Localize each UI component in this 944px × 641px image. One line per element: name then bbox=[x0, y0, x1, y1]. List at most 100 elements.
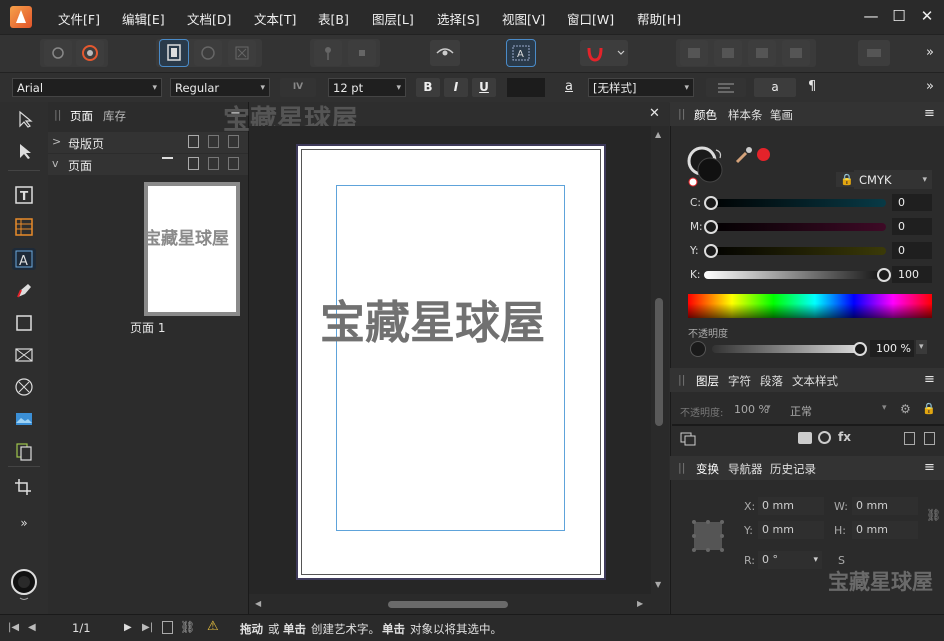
channel-m-knob[interactable] bbox=[704, 220, 718, 234]
tab-navigator[interactable]: 导航器 bbox=[728, 461, 763, 477]
tab-history[interactable]: 历史记录 bbox=[770, 461, 816, 477]
ellipse-frame-tool[interactable] bbox=[12, 376, 36, 398]
h-field[interactable]: 0 mm bbox=[852, 521, 918, 539]
tab-layers[interactable]: 图层 bbox=[696, 373, 719, 389]
close-document-icon[interactable]: ✕ bbox=[649, 106, 660, 121]
picture-frame-tool[interactable] bbox=[12, 344, 36, 366]
horizontal-scroll-thumb[interactable] bbox=[388, 601, 508, 608]
fill-stroke-swatch[interactable] bbox=[10, 562, 38, 602]
tracking-button[interactable]: IV bbox=[280, 78, 316, 97]
anchor-point-selector[interactable] bbox=[690, 518, 726, 554]
color-spectrum[interactable] bbox=[688, 294, 932, 318]
arrange-1-button[interactable] bbox=[680, 40, 708, 66]
tab-pages[interactable]: 页面 bbox=[70, 108, 93, 124]
node-tool[interactable] bbox=[12, 140, 36, 162]
layers-stack-icon[interactable] bbox=[680, 432, 696, 446]
rectangle-tool[interactable] bbox=[12, 312, 36, 334]
pen-tool[interactable] bbox=[12, 280, 36, 302]
channel-k-value[interactable]: 100 bbox=[892, 266, 932, 283]
table-tool[interactable] bbox=[12, 216, 36, 238]
tab-swatches[interactable]: 样本条 bbox=[728, 107, 763, 123]
text-color-swatch[interactable] bbox=[507, 78, 545, 97]
duplicate-master-icon[interactable] bbox=[208, 135, 219, 148]
page-thumbnail[interactable]: 宝藏星球屋 bbox=[144, 182, 240, 316]
channel-k-knob[interactable] bbox=[877, 268, 891, 282]
color-model-select[interactable]: CMYK ▾ bbox=[854, 170, 932, 189]
channel-c-slider[interactable] bbox=[704, 199, 886, 207]
first-page-icon[interactable]: |◀ bbox=[8, 622, 19, 633]
channel-y-slider[interactable] bbox=[704, 247, 886, 255]
current-color-swatch[interactable] bbox=[757, 148, 770, 161]
add-page-icon[interactable] bbox=[188, 157, 199, 170]
more-tools-button[interactable]: » bbox=[12, 512, 36, 534]
menu-edit[interactable]: 编辑[E] bbox=[122, 9, 165, 28]
scroll-right-icon[interactable]: ▶ bbox=[637, 599, 643, 608]
opacity-value[interactable]: 100 % bbox=[870, 340, 914, 357]
link-icon[interactable]: ⛓ bbox=[926, 508, 941, 522]
font-family-select[interactable]: Arial ▾ bbox=[12, 78, 162, 97]
publisher-persona-button[interactable] bbox=[44, 40, 72, 66]
lock-icon[interactable]: 🔒 bbox=[922, 402, 936, 415]
gear-icon[interactable]: ⚙ bbox=[900, 402, 911, 416]
w-field[interactable]: 0 mm bbox=[852, 497, 918, 515]
channel-y-value[interactable]: 0 bbox=[892, 242, 932, 259]
mask-icon[interactable] bbox=[798, 432, 812, 444]
channel-y-knob[interactable] bbox=[704, 244, 718, 258]
menu-layer[interactable]: 图层[L] bbox=[372, 9, 414, 28]
channel-m-value[interactable]: 0 bbox=[892, 218, 932, 235]
add-master-icon[interactable] bbox=[188, 135, 199, 148]
align-button[interactable] bbox=[858, 40, 890, 66]
arrange-3-button[interactable] bbox=[748, 40, 776, 66]
menu-help[interactable]: 帮助[H] bbox=[637, 9, 681, 28]
panel-menu-icon[interactable]: ≡ bbox=[924, 372, 935, 387]
y-field[interactable]: 0 mm bbox=[758, 521, 824, 539]
context-overflow-icon[interactable]: » bbox=[926, 79, 934, 94]
bold-button[interactable]: B bbox=[416, 78, 440, 97]
blend-mode-value[interactable]: 正常 bbox=[790, 403, 812, 419]
paragraph-style-select[interactable]: [无样式] ▾ bbox=[588, 78, 694, 97]
page-spread-icon[interactable] bbox=[162, 621, 173, 634]
character-style-icon[interactable]: a bbox=[565, 79, 573, 94]
menu-view[interactable]: 视图[V] bbox=[502, 9, 545, 28]
scroll-up-icon[interactable]: ▲ bbox=[655, 130, 661, 139]
close-window-button[interactable]: ✕ bbox=[918, 7, 936, 25]
prev-page-icon[interactable]: ◀ bbox=[28, 622, 36, 633]
menu-file[interactable]: 文件[F] bbox=[58, 9, 100, 28]
move-tool[interactable] bbox=[12, 108, 36, 130]
page-indicator[interactable]: 1/1 bbox=[72, 621, 91, 635]
layer-opacity-value[interactable]: 100 % bbox=[734, 403, 769, 416]
insert-page-icon[interactable] bbox=[162, 157, 173, 170]
pages-row[interactable]: v 页面 bbox=[48, 154, 248, 175]
crop-tool[interactable] bbox=[12, 476, 36, 498]
pages-tool[interactable] bbox=[12, 440, 36, 462]
tab-paragraph[interactable]: 段落 bbox=[760, 373, 783, 389]
opacity-knob[interactable] bbox=[853, 342, 867, 356]
view-mode-3-button[interactable] bbox=[228, 40, 256, 66]
artistic-text-tool[interactable]: A bbox=[12, 248, 36, 270]
tab-character[interactable]: 字符 bbox=[728, 373, 751, 389]
view-mode-button[interactable] bbox=[159, 39, 189, 67]
color-picker-icon[interactable] bbox=[734, 146, 754, 164]
menu-window[interactable]: 窗口[W] bbox=[567, 9, 614, 28]
next-page-icon[interactable]: ▶ bbox=[124, 622, 132, 633]
arrange-2-button[interactable] bbox=[714, 40, 742, 66]
x-field[interactable]: 0 mm bbox=[758, 497, 824, 515]
tab-stroke[interactable]: 笔画 bbox=[770, 107, 793, 123]
snapping-button[interactable] bbox=[580, 40, 628, 66]
maximize-button[interactable]: ☐ bbox=[890, 7, 908, 25]
fx-icon[interactable]: fx bbox=[838, 430, 851, 444]
text-align-button[interactable] bbox=[706, 78, 746, 97]
master-pages-row[interactable]: > 母版页 bbox=[48, 132, 248, 153]
warning-icon[interactable]: ⚠ bbox=[207, 619, 219, 634]
channel-k-slider[interactable] bbox=[704, 271, 886, 279]
chevron-down-icon[interactable]: ▾ bbox=[766, 403, 771, 413]
menu-select[interactable]: 选择[S] bbox=[437, 9, 480, 28]
chevron-down-icon[interactable]: ▾ bbox=[916, 340, 927, 354]
place-image-tool[interactable] bbox=[12, 408, 36, 430]
menu-document[interactable]: 文档[D] bbox=[187, 9, 231, 28]
font-size-select[interactable]: 12 pt ▾ bbox=[328, 78, 406, 97]
view-mode-2-button[interactable] bbox=[194, 40, 222, 66]
fill-stroke-selector[interactable] bbox=[686, 144, 728, 188]
tab-stock[interactable]: 库存 bbox=[103, 108, 126, 124]
pin-button[interactable] bbox=[314, 40, 342, 66]
